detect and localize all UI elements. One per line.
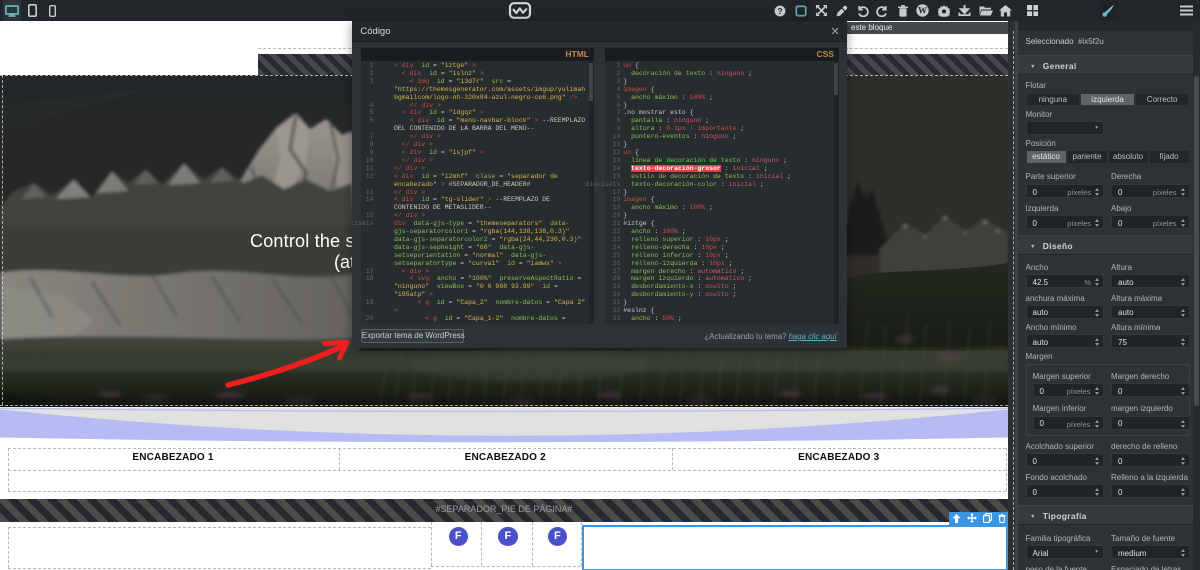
svg-text:?: ?: [777, 5, 782, 15]
svg-text:W: W: [918, 6, 927, 16]
